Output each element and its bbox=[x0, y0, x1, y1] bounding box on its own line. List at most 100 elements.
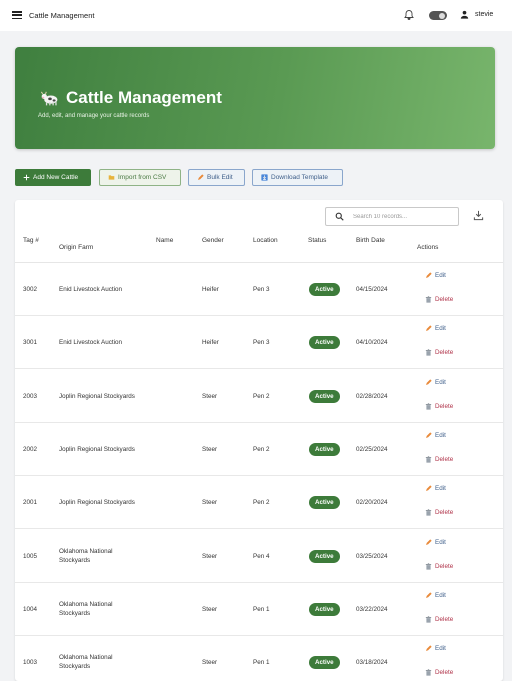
cell-origin-farm-line1: Oklahoma National bbox=[59, 600, 113, 608]
cell-gender: Steer bbox=[202, 445, 218, 453]
cell-origin-farm-line1: Enid Livestock Auction bbox=[59, 286, 123, 293]
edit-button[interactable]: Edit bbox=[425, 379, 446, 386]
cell-origin-farm-line1: Oklahoma National bbox=[59, 547, 113, 555]
folder-icon bbox=[108, 175, 115, 180]
menu-icon[interactable] bbox=[12, 11, 22, 20]
status-badge: Active bbox=[309, 336, 340, 350]
edit-label: Edit bbox=[435, 378, 446, 386]
delete-button[interactable]: Delete bbox=[425, 509, 453, 516]
cell-tag: 2002 bbox=[23, 445, 38, 453]
cell-birth-date: 03/18/2024 bbox=[356, 659, 388, 667]
column-header-actions: Actions bbox=[417, 244, 439, 251]
cell-location: Pen 4 bbox=[253, 552, 270, 560]
edit-label: Edit bbox=[435, 431, 446, 439]
bulk-edit-button[interactable]: Bulk Edit bbox=[188, 169, 245, 186]
trash-icon bbox=[425, 349, 432, 356]
status-badge: Active bbox=[309, 496, 340, 510]
user-icon[interactable] bbox=[459, 9, 470, 20]
edit-button[interactable]: Edit bbox=[425, 539, 446, 546]
edit-button[interactable]: Edit bbox=[425, 592, 446, 599]
delete-button[interactable]: Delete bbox=[425, 349, 453, 356]
cattle-table-card: Tag # Origin Farm Name Gender Location S… bbox=[15, 200, 503, 681]
cell-tag: 1003 bbox=[23, 659, 38, 667]
cell-gender: Steer bbox=[202, 499, 218, 507]
cell-tag: 2003 bbox=[23, 392, 38, 400]
edit-button[interactable]: Edit bbox=[425, 432, 446, 439]
column-header-gender[interactable]: Gender bbox=[202, 237, 224, 244]
delete-button[interactable]: Delete bbox=[425, 669, 453, 676]
import-csv-button[interactable]: Import from CSV bbox=[99, 169, 181, 186]
edit-button[interactable]: Edit bbox=[425, 325, 446, 332]
cell-tag: 1005 bbox=[23, 552, 38, 560]
edit-label: Edit bbox=[435, 272, 446, 279]
delete-label: Delete bbox=[435, 669, 454, 677]
cell-origin-farm: Enid Livestock Auction bbox=[59, 285, 122, 294]
bulk-edit-label: Bulk Edit bbox=[207, 174, 233, 181]
cell-origin-farm: Oklahoma National Stockyards bbox=[59, 653, 113, 671]
cell-gender: Steer bbox=[202, 659, 218, 667]
cell-origin-farm-line1: Enid Livestock Auction bbox=[59, 339, 123, 347]
column-header-birth-date[interactable]: Birth Date bbox=[356, 237, 385, 244]
download-icon[interactable] bbox=[473, 210, 484, 221]
status-badge: Active bbox=[309, 283, 340, 296]
trash-icon bbox=[425, 509, 432, 516]
column-header-location[interactable]: Location bbox=[253, 237, 278, 244]
cell-birth-date: 02/20/2024 bbox=[356, 499, 388, 507]
trash-icon bbox=[425, 402, 432, 410]
column-header-status[interactable]: Status bbox=[308, 237, 326, 244]
edit-button[interactable]: Edit bbox=[425, 645, 446, 652]
delete-label: Delete bbox=[435, 402, 454, 410]
delete-label: Delete bbox=[435, 296, 454, 303]
trash-icon bbox=[425, 296, 432, 303]
delete-button[interactable]: Delete bbox=[425, 456, 453, 463]
delete-button[interactable]: Delete bbox=[425, 616, 453, 623]
cell-birth-date: 04/10/2024 bbox=[356, 339, 388, 347]
edit-label: Edit bbox=[435, 591, 446, 599]
edit-button[interactable]: Edit bbox=[425, 272, 446, 279]
table-row: 3002 Enid Livestock Auction Heifer Pen 3… bbox=[15, 263, 503, 316]
cell-birth-date: 02/28/2024 bbox=[356, 392, 388, 400]
trash-icon bbox=[425, 456, 432, 463]
column-header-tag[interactable]: Tag # bbox=[23, 237, 39, 244]
table-row: 1005 Oklahoma National Stockyards Steer … bbox=[15, 530, 503, 583]
cell-location: Pen 2 bbox=[253, 499, 270, 507]
cell-tag: 3001 bbox=[23, 339, 38, 347]
delete-button[interactable]: Delete bbox=[425, 403, 453, 410]
cell-origin-farm-line1: Oklahoma National bbox=[59, 654, 113, 662]
username[interactable]: stevie bbox=[475, 11, 493, 18]
column-header-name[interactable]: Name bbox=[156, 237, 173, 244]
cell-birth-date: 04/15/2024 bbox=[356, 286, 388, 293]
cell-tag: 2001 bbox=[23, 499, 38, 507]
delete-label: Delete bbox=[435, 349, 454, 357]
delete-button[interactable]: Delete bbox=[425, 296, 453, 303]
delete-label: Delete bbox=[435, 509, 454, 517]
add-cattle-label: Add New Cattle bbox=[33, 174, 79, 181]
cell-location: Pen 3 bbox=[253, 339, 270, 347]
cell-tag: 1004 bbox=[23, 605, 38, 613]
add-cattle-button[interactable]: Add New Cattle bbox=[15, 169, 91, 186]
cell-gender: Heifer bbox=[202, 286, 219, 293]
hero-subtitle: Add, edit, and manage your cattle record… bbox=[38, 113, 150, 119]
trash-icon bbox=[425, 669, 432, 676]
download-template-button[interactable]: Download Template bbox=[252, 169, 343, 186]
delete-button[interactable]: Delete bbox=[425, 563, 453, 570]
theme-toggle[interactable] bbox=[429, 11, 447, 20]
search-input[interactable] bbox=[353, 213, 453, 220]
pencil-icon bbox=[426, 538, 432, 545]
hero-banner: Cattle Management Add, edit, and manage … bbox=[15, 47, 495, 149]
search-box[interactable] bbox=[325, 207, 459, 226]
status-badge: Active bbox=[309, 389, 340, 403]
cell-location: Pen 1 bbox=[253, 605, 270, 613]
status-badge: Active bbox=[309, 602, 340, 616]
cell-gender: Steer bbox=[202, 392, 218, 400]
column-header-origin-farm[interactable]: Origin Farm bbox=[59, 244, 93, 251]
hero-title: Cattle Management bbox=[40, 88, 222, 108]
status-badge: Active bbox=[309, 442, 340, 456]
bell-icon[interactable] bbox=[403, 9, 415, 21]
cell-origin-farm-line1: Joplin Regional Stockyards bbox=[59, 392, 135, 400]
pencil-icon bbox=[426, 485, 432, 492]
edit-button[interactable]: Edit bbox=[425, 485, 446, 492]
cell-gender: Steer bbox=[202, 552, 218, 560]
cell-origin-farm: Oklahoma National Stockyards bbox=[59, 547, 113, 565]
cell-origin-farm: Oklahoma National Stockyards bbox=[59, 600, 113, 618]
